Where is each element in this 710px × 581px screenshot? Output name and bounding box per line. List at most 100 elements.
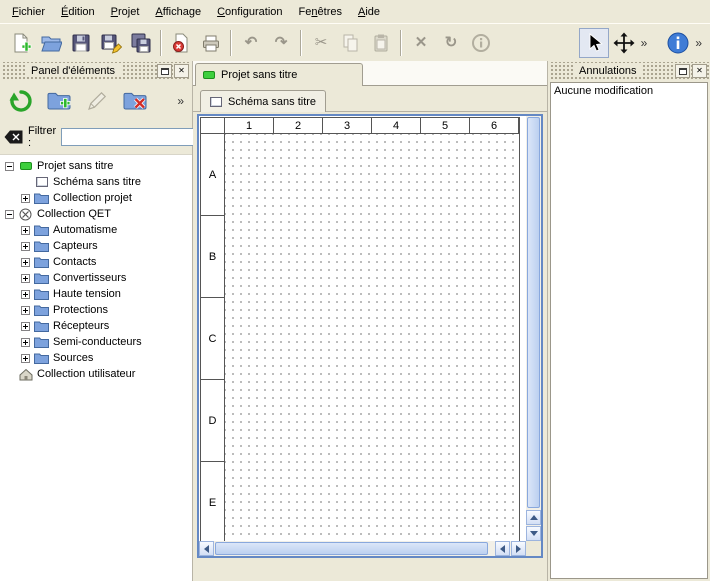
delete-icon: ✕ (415, 35, 428, 50)
save-button[interactable] (66, 28, 96, 58)
menu-projet[interactable]: Projet (103, 3, 148, 21)
dotted-grid[interactable] (225, 134, 519, 541)
toolbar-overflow-icon[interactable]: » (639, 36, 650, 50)
about-button[interactable] (663, 28, 693, 58)
pencil-icon (84, 88, 110, 114)
menu-fichier[interactable]: Fichier (4, 3, 53, 21)
expand-expander-icon[interactable] (21, 194, 30, 203)
folder-icon (34, 272, 49, 284)
float-panel-button[interactable] (157, 64, 172, 78)
menu-affichage[interactable]: Affichage (147, 3, 209, 21)
edit-element-button[interactable] (82, 86, 112, 116)
new-project-button[interactable] (6, 28, 36, 58)
tree-item-recepteurs[interactable]: Récepteurs (0, 318, 192, 334)
panel-toolbar-overflow-icon[interactable]: » (175, 94, 186, 108)
tree-item-protections[interactable]: Protections (0, 302, 192, 318)
scroll-right-button[interactable] (511, 541, 526, 556)
tree-item-haute-tension[interactable]: Haute tension (0, 286, 192, 302)
delete-button[interactable]: ✕ (406, 28, 436, 58)
tree-item-project[interactable]: Projet sans titre (0, 158, 192, 174)
open-project-button[interactable] (36, 28, 66, 58)
tree-item-label: Capteurs (53, 240, 98, 252)
save-as-button[interactable] (96, 28, 126, 58)
copy-button[interactable] (336, 28, 366, 58)
undo-panel-titlebar[interactable]: Annulations ✕ (549, 62, 709, 80)
vertical-scrollbar-thumb[interactable] (527, 117, 540, 508)
tree-item-label: Schéma sans titre (53, 176, 141, 188)
tree-item-schema[interactable]: Schéma sans titre (0, 174, 192, 190)
schema-canvas[interactable]: 1 2 3 4 5 6 A B C D (199, 116, 526, 541)
toolbar-overflow-icon[interactable]: » (693, 36, 704, 50)
tab-schema-sans-titre[interactable]: Schéma sans titre (200, 90, 326, 112)
tree-item-convertisseurs[interactable]: Convertisseurs (0, 270, 192, 286)
toolbar-separator (400, 30, 402, 56)
horizontal-scrollbar-thumb[interactable] (215, 542, 488, 555)
tree-item-automatisme[interactable]: Automatisme (0, 222, 192, 238)
rotate-button[interactable]: ↻ (436, 28, 466, 58)
redo-button[interactable]: ↷ (266, 28, 296, 58)
paste-button[interactable] (366, 28, 396, 58)
expand-expander-icon[interactable] (21, 274, 30, 283)
save-all-button[interactable] (126, 28, 156, 58)
expand-expander-icon[interactable] (21, 258, 30, 267)
reload-collections-button[interactable] (6, 86, 36, 116)
close-panel-button[interactable]: ✕ (692, 64, 707, 78)
scroll-down-button[interactable] (526, 526, 541, 541)
expand-expander-icon[interactable] (21, 290, 30, 299)
collapse-expander-icon[interactable] (5, 210, 14, 219)
scroll-up-button[interactable] (526, 510, 541, 525)
tree-item-collection-projet[interactable]: Collection projet (0, 190, 192, 206)
horizontal-scrollbar[interactable] (199, 541, 526, 556)
tree-item-semi-conducteurs[interactable]: Semi-conducteurs (0, 334, 192, 350)
schema-icon (36, 177, 48, 187)
filter-input[interactable] (61, 128, 211, 146)
tree-item-contacts[interactable]: Contacts (0, 254, 192, 270)
undo-button[interactable]: ↶ (236, 28, 266, 58)
open-folder-icon (40, 32, 62, 54)
arrow-left-icon (200, 545, 209, 553)
row-header: E (201, 462, 224, 541)
elements-tree[interactable]: Projet sans titre Schéma sans titre Coll… (0, 154, 192, 581)
elements-panel-titlebar[interactable]: Panel d'éléments ✕ (1, 62, 191, 80)
toolbar-separator (160, 30, 162, 56)
expand-expander-icon[interactable] (21, 226, 30, 235)
menu-configuration[interactable]: Configuration (209, 3, 290, 21)
tree-item-sources[interactable]: Sources (0, 350, 192, 366)
new-element-button[interactable] (44, 86, 74, 116)
menu-edition[interactable]: Édition (53, 3, 103, 21)
close-panel-button[interactable]: ✕ (174, 64, 189, 78)
scroll-left-button[interactable] (495, 541, 510, 556)
close-icon: ✕ (178, 67, 185, 75)
menu-aide[interactable]: Aide (350, 3, 388, 21)
float-icon (161, 68, 169, 75)
move-mode-button[interactable] (609, 28, 639, 58)
delete-element-button[interactable] (120, 86, 150, 116)
select-mode-button[interactable] (579, 28, 609, 58)
clear-filter-button[interactable] (4, 128, 23, 146)
paste-icon (370, 32, 392, 54)
column-header: 6 (470, 118, 519, 133)
expand-expander-icon[interactable] (21, 306, 30, 315)
expand-expander-icon[interactable] (21, 242, 30, 251)
scroll-left-button[interactable] (199, 541, 214, 556)
menu-fenetres[interactable]: Fenêtres (291, 3, 350, 21)
cut-icon: ✂ (315, 35, 328, 50)
collapse-expander-icon[interactable] (5, 162, 14, 171)
element-info-button[interactable] (466, 28, 496, 58)
tree-item-collection-qet[interactable]: Collection QET (0, 206, 192, 222)
row-header: A (201, 134, 224, 216)
tree-item-capteurs[interactable]: Capteurs (0, 238, 192, 254)
filter-bar: Filtrer : (0, 122, 192, 154)
expand-expander-icon[interactable] (21, 322, 30, 331)
cut-button[interactable]: ✂ (306, 28, 336, 58)
menubar: Fichier Édition Projet Affichage Configu… (0, 0, 710, 23)
float-panel-button[interactable] (675, 64, 690, 78)
undo-history-list[interactable]: Aucune modification (550, 82, 708, 579)
tree-item-collection-utilisateur[interactable]: Collection utilisateur (0, 366, 192, 382)
expand-expander-icon[interactable] (21, 354, 30, 363)
print-button[interactable] (196, 28, 226, 58)
close-file-button[interactable] (166, 28, 196, 58)
expand-expander-icon[interactable] (21, 338, 30, 347)
tab-projet-sans-titre[interactable]: Projet sans titre (195, 63, 363, 86)
vertical-scrollbar[interactable] (526, 116, 541, 541)
